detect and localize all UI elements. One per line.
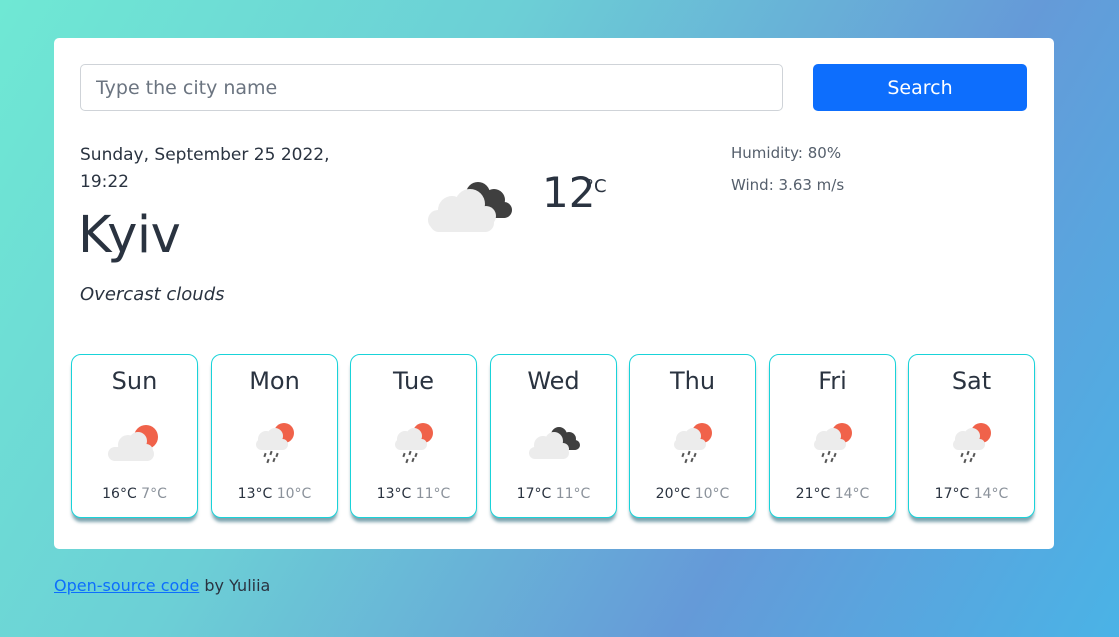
partly-cloudy-icon bbox=[108, 425, 158, 461]
city-name: Kyiv bbox=[78, 206, 181, 265]
forecast-max: 13°C bbox=[376, 486, 412, 502]
city-search-input[interactable] bbox=[80, 64, 783, 111]
forecast-day-name: Sat bbox=[951, 367, 992, 395]
forecast-day-sat: Sat 17°C 14°C bbox=[908, 354, 1035, 518]
rain-icon bbox=[395, 423, 433, 464]
forecast-max: 17°C bbox=[934, 486, 970, 502]
forecast-min: 10°C bbox=[694, 486, 730, 502]
date-text: Sunday, September 25 2022, bbox=[80, 145, 330, 165]
forecast-temps: 17°C 14°C bbox=[909, 486, 1034, 502]
forecast-temps: 13°C 11°C bbox=[351, 486, 476, 502]
forecast-day-name: Tue bbox=[393, 367, 434, 395]
footer-author: by Yuliia bbox=[199, 576, 271, 595]
forecast-max: 17°C bbox=[516, 486, 552, 502]
forecast-max: 13°C bbox=[237, 486, 273, 502]
forecast-min: 14°C bbox=[973, 486, 1009, 502]
wind-text: Wind: 3.63 m/s bbox=[731, 176, 845, 194]
forecast-max: 21°C bbox=[795, 486, 831, 502]
forecast-temps: 20°C 10°C bbox=[630, 486, 755, 502]
forecast-day-tue: Tue 13°C 11°C bbox=[350, 354, 477, 518]
forecast-temps: 13°C 10°C bbox=[212, 486, 337, 502]
forecast-min: 11°C bbox=[555, 486, 591, 502]
forecast-day-sun: Sun 16°C 7°C bbox=[71, 354, 198, 518]
overcast-clouds-icon bbox=[428, 182, 512, 232]
forecast-day-thu: Thu 20°C 10°C bbox=[629, 354, 756, 518]
forecast-day-name: Wed bbox=[527, 367, 580, 395]
rain-icon bbox=[674, 423, 712, 464]
rain-icon bbox=[953, 423, 991, 464]
rain-icon bbox=[256, 423, 294, 464]
current-date: Sunday, September 25 2022, 19:22 bbox=[80, 142, 380, 196]
forecast-max: 20°C bbox=[655, 486, 691, 502]
forecast-day-fri: Fri 21°C 14°C bbox=[769, 354, 896, 518]
forecast-min: 11°C bbox=[415, 486, 451, 502]
weather-card: Search Sunday, September 25 2022, 19:22 … bbox=[54, 38, 1054, 549]
overcast-clouds-icon bbox=[529, 427, 580, 459]
forecast-temps: 17°C 11°C bbox=[491, 486, 616, 502]
weather-description: Overcast clouds bbox=[80, 284, 225, 305]
forecast-max: 16°C bbox=[102, 486, 137, 502]
forecast-min: 14°C bbox=[834, 486, 870, 502]
open-source-link[interactable]: Open-source code bbox=[54, 576, 199, 595]
forecast-min: 7°C bbox=[141, 486, 167, 502]
forecast-day-name: Thu bbox=[669, 367, 716, 395]
humidity-text: Humidity: 80% bbox=[731, 144, 842, 162]
forecast-day-name: Fri bbox=[818, 367, 847, 395]
forecast-min: 10°C bbox=[276, 486, 312, 502]
search-button[interactable]: Search bbox=[813, 64, 1027, 111]
time-text: 19:22 bbox=[80, 172, 129, 192]
rain-icon bbox=[814, 423, 852, 464]
forecast-day-wed: Wed 17°C 11°C bbox=[490, 354, 617, 518]
temperature-unit: °C bbox=[585, 176, 607, 197]
forecast-day-name: Sun bbox=[111, 367, 158, 395]
forecast-temps: 21°C 14°C bbox=[770, 486, 895, 502]
forecast-temps: 16°C 7°C bbox=[72, 486, 197, 502]
forecast-day-name: Mon bbox=[249, 367, 300, 395]
forecast-day-mon: Mon 13°C 10°C bbox=[211, 354, 338, 518]
footer: Open-source code by Yuliia bbox=[54, 576, 270, 595]
